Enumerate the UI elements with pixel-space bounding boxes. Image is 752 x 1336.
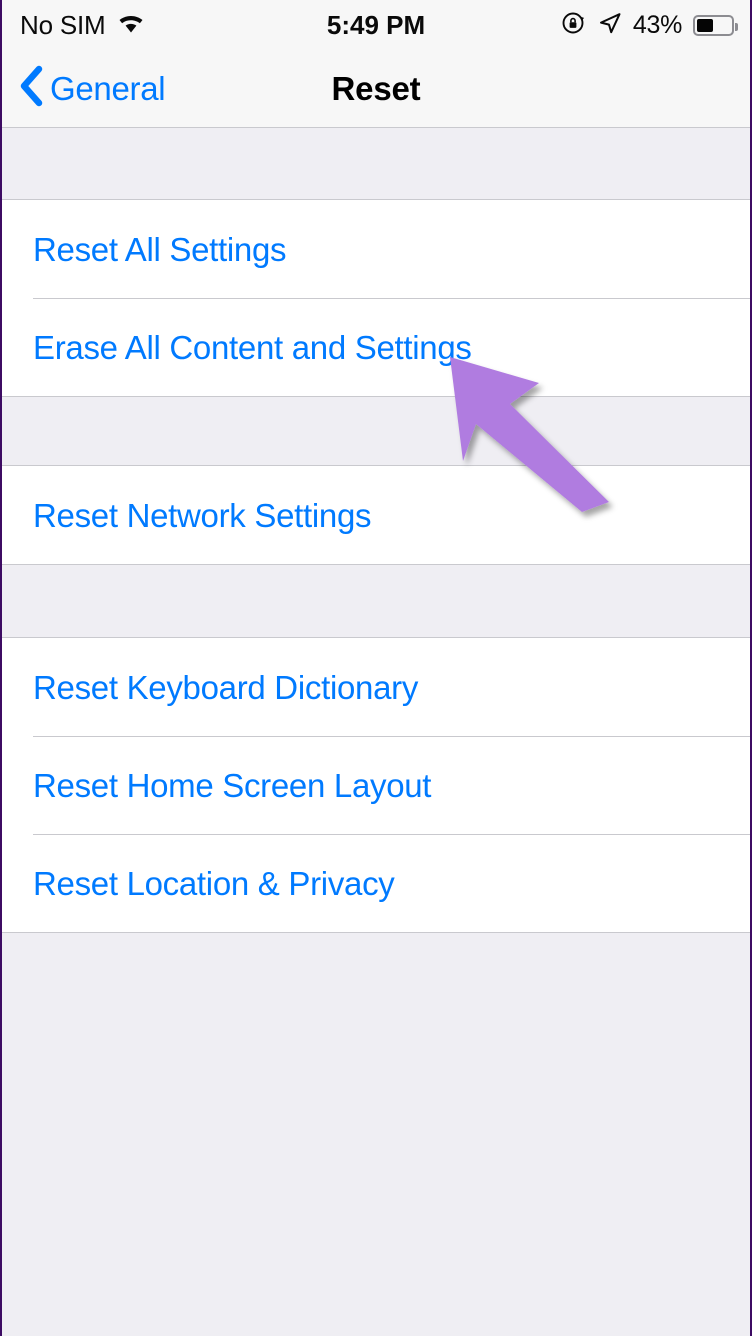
- status-bar-right: 43%: [561, 10, 738, 41]
- row-label: Reset Location & Privacy: [33, 864, 395, 902]
- settings-group-2: Reset Network Settings: [2, 465, 750, 565]
- row-reset-all-settings[interactable]: Reset All Settings: [2, 200, 750, 298]
- settings-group-3: Reset Keyboard Dictionary Reset Home Scr…: [2, 637, 750, 933]
- battery-percent-label: 43%: [632, 10, 682, 39]
- row-reset-network-settings[interactable]: Reset Network Settings: [2, 466, 750, 564]
- section-gap-2: [2, 565, 750, 637]
- row-label: Erase All Content and Settings: [33, 328, 472, 366]
- row-label: Reset Network Settings: [33, 496, 372, 534]
- settings-group-1: Reset All Settings Erase All Content and…: [2, 199, 750, 397]
- back-button[interactable]: General: [18, 65, 166, 112]
- wifi-icon: [116, 12, 146, 39]
- status-bar: No SIM 5:49 PM 43%: [2, 0, 750, 50]
- navigation-bar: General Reset: [2, 50, 750, 128]
- row-erase-all-content-and-settings[interactable]: Erase All Content and Settings: [2, 298, 750, 396]
- location-arrow-icon: [598, 11, 622, 40]
- row-reset-keyboard-dictionary[interactable]: Reset Keyboard Dictionary: [2, 638, 750, 736]
- row-reset-home-screen-layout[interactable]: Reset Home Screen Layout: [2, 736, 750, 834]
- row-label: Reset Home Screen Layout: [33, 766, 432, 804]
- section-gap-top: [2, 128, 750, 199]
- carrier-label: No SIM: [20, 10, 106, 40]
- clock-label: 5:49 PM: [326, 9, 426, 40]
- row-label: Reset Keyboard Dictionary: [33, 668, 419, 706]
- rotation-lock-icon: [561, 10, 587, 41]
- chevron-left-icon: [18, 65, 44, 112]
- back-button-label: General: [50, 69, 166, 107]
- row-reset-location-and-privacy[interactable]: Reset Location & Privacy: [2, 834, 750, 932]
- iphone-screen: No SIM 5:49 PM 43% General Reset Reset A…: [0, 0, 752, 1336]
- status-bar-left: No SIM: [20, 12, 146, 39]
- settings-list: Reset All Settings Erase All Content and…: [2, 128, 750, 1336]
- battery-icon: [693, 14, 738, 36]
- row-label: Reset All Settings: [33, 230, 287, 268]
- section-gap-1: [2, 397, 750, 465]
